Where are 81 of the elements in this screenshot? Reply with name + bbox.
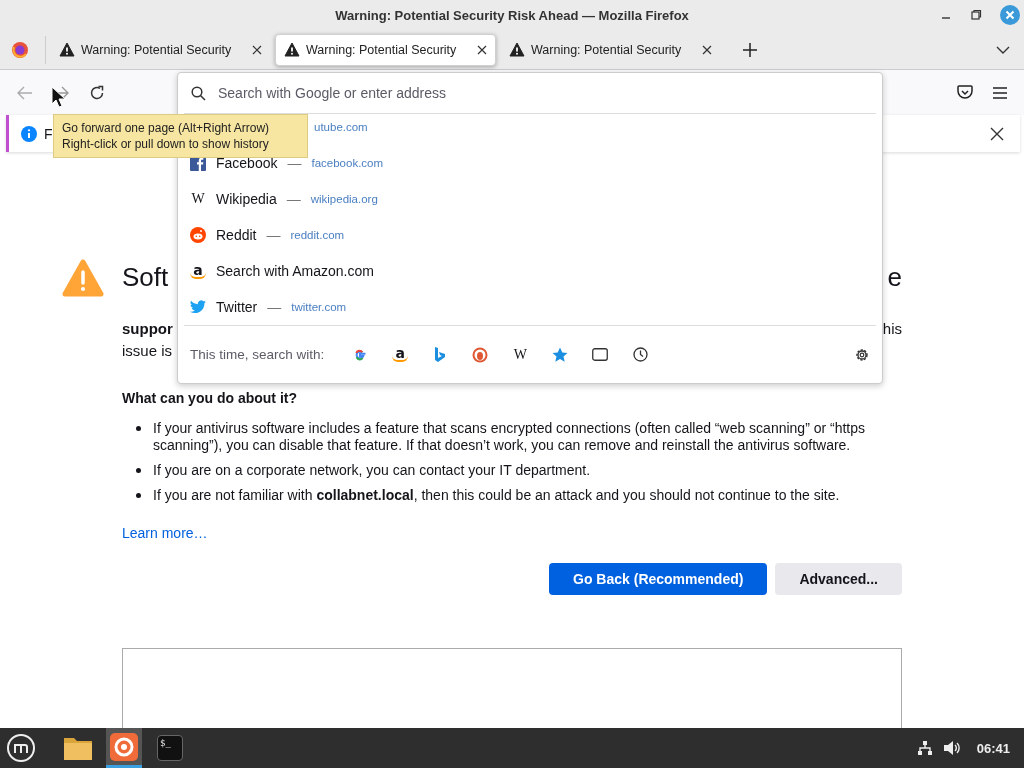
learn-more-link[interactable]: Learn more… (122, 525, 208, 541)
tab-title: Warning: Potential Security (81, 42, 233, 57)
tooltip-text: Right-click or pull down to show history (62, 136, 270, 152)
terminal-app[interactable]: $_ (152, 728, 188, 768)
browser-tab[interactable]: Warning: Potential Security (275, 33, 496, 66)
close-icon[interactable] (702, 44, 712, 55)
separator-dash: — (286, 191, 301, 207)
wikipedia-icon[interactable]: W (512, 346, 529, 363)
notification-text: F (44, 125, 53, 142)
browser-tab[interactable]: Warning: Potential Security (50, 33, 271, 66)
bullet-icon (136, 426, 141, 431)
footer-label: This time, search with: (190, 347, 325, 362)
wikipedia-icon: W (190, 191, 206, 207)
warning-icon (509, 42, 525, 57)
go-back-button[interactable]: Go Back (Recommended) (549, 563, 768, 595)
star-icon[interactable] (552, 346, 569, 363)
search-icon (191, 85, 206, 101)
bird-icon (190, 300, 206, 314)
body-text: issue is (122, 342, 173, 359)
bullet-text: If you are not familiar with collabnet.local, then this could be an attack and you should not continue to the site. (153, 487, 841, 504)
cursor-icon (51, 86, 66, 108)
info-icon (21, 125, 37, 142)
close-icon[interactable] (990, 126, 1004, 141)
firefox-icon (110, 732, 138, 761)
close-icon[interactable] (477, 44, 487, 55)
window-title: Warning: Potential Security Risk Ahead — Mozilla Firefox (335, 7, 689, 23)
heading-text: e (887, 262, 902, 292)
body-text: his (882, 319, 902, 339)
browser-app[interactable] (106, 728, 142, 768)
volume-icon[interactable] (942, 740, 961, 756)
firefox-icon[interactable] (11, 40, 29, 59)
suggestion-url: facebook.com (311, 157, 384, 169)
bullet-text: If your antivirus software includes a feature that scans encrypted connections (often called “web scanning” or “https scanning”), you can disable that feature. If that doesn’t work, you can remove and reinstall the antivirus software. (153, 420, 867, 454)
body-text: suppor (122, 319, 173, 339)
reddit-icon (190, 227, 206, 243)
terminal-icon: $_ (157, 735, 183, 761)
clock: 06:41 (976, 740, 1010, 756)
suggestion-url: wikipedia.org (310, 193, 378, 205)
close-icon[interactable] (252, 44, 262, 55)
chevron-down-icon[interactable] (996, 45, 1010, 54)
separator-dash: — (267, 299, 282, 315)
suggestion-item[interactable]: Twitter — twitter.com (184, 289, 876, 325)
tab-title: Warning: Potential Security (306, 42, 458, 57)
suggestion-title: Facebook (216, 155, 278, 171)
tab-title: Warning: Potential Security (531, 42, 683, 57)
suggestion-url: twitter.com (291, 301, 347, 313)
suggestion-url: reddit.com (290, 229, 345, 241)
history-icon[interactable] (632, 347, 648, 362)
suggestion-title: Reddit (216, 227, 257, 243)
warning-icon (62, 259, 104, 297)
warning-icon (284, 42, 300, 57)
browser-tab[interactable]: Warning: Potential Security (500, 33, 721, 66)
google-icon[interactable] (353, 347, 368, 362)
suggestion-title: Wikipedia (216, 191, 277, 207)
bullet-icon (136, 468, 141, 473)
suggestion-item[interactable]: W Wikipedia — wikipedia.org (184, 181, 876, 217)
bullet-icon (136, 493, 141, 498)
subheading: What can you do about it? (122, 390, 298, 406)
tooltip-text: Go forward one page (Alt+Right Arrow) (62, 120, 271, 136)
suggestion-title: Twitter (216, 299, 258, 315)
suggestion-item[interactable]: a Search with Amazon.com (184, 253, 876, 289)
new-tab-icon[interactable] (743, 42, 757, 57)
separator-dash: — (287, 155, 302, 171)
warning-icon (59, 42, 75, 57)
folder-icon (63, 735, 93, 761)
bing-icon[interactable] (434, 346, 447, 363)
reload-icon[interactable] (89, 84, 105, 101)
start-menu-icon[interactable] (6, 733, 36, 763)
advanced-button[interactable]: Advanced... (775, 563, 902, 595)
maximize-icon[interactable] (970, 9, 982, 21)
separator-dash: — (266, 227, 281, 243)
bullet-text: If you are on a corporate network, you can contact your IT department. (153, 462, 592, 479)
duck-icon[interactable] (472, 346, 489, 363)
settings-icon[interactable] (854, 346, 870, 363)
heading-text: Soft (122, 262, 169, 292)
menu-icon[interactable] (993, 86, 1007, 99)
pocket-icon[interactable] (957, 85, 973, 100)
network-icon[interactable] (916, 740, 933, 756)
tab-icon[interactable] (592, 348, 609, 361)
suggestion-title: Search with Amazon.com (216, 263, 374, 279)
suggestion-item[interactable]: Reddit — reddit.com (184, 217, 876, 253)
